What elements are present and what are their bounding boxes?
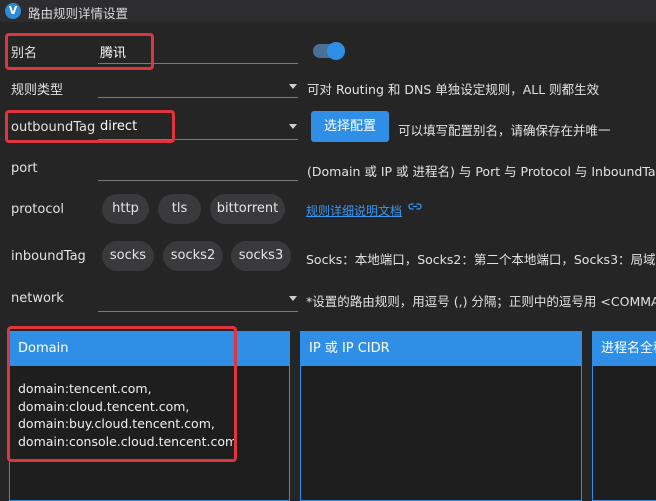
- process-panel-header: 进程名全称: [593, 332, 656, 366]
- outbound-label: outboundTag: [11, 120, 96, 135]
- domain-line: domain:console.cloud.tencent.com: [18, 433, 238, 449]
- network-underline: [98, 311, 298, 312]
- rule-type-underline: [98, 97, 298, 98]
- network-label: network: [11, 291, 64, 306]
- rule-type-label: 规则类型: [11, 83, 64, 98]
- domain-panel-header: Domain: [10, 332, 289, 366]
- ip-panel: IP 或 IP CIDR: [300, 331, 582, 501]
- select-config-button[interactable]: 选择配置: [311, 111, 389, 142]
- alias-input[interactable]: 腾讯: [100, 42, 126, 61]
- inbound-chip-socks[interactable]: socks: [102, 241, 154, 271]
- link-icon[interactable]: [408, 200, 422, 214]
- port-hint: (Domain 或 IP 或 进程名) 与 Port 与 Protocol 与 …: [307, 164, 656, 179]
- alias-underline: [98, 63, 298, 64]
- window-title: 路由规则详情设置: [28, 6, 129, 21]
- domain-line: domain:buy.cloud.tencent.com,: [18, 416, 215, 431]
- port-label: port: [11, 161, 38, 176]
- inbound-hint: Socks：本地端口，Socks2：第二个本地端口，Socks3：局域网端: [306, 252, 656, 267]
- rule-type-hint: 可对 Routing 和 DNS 单独设定规则，ALL 则都生效: [307, 82, 600, 97]
- app-logo-icon: V: [5, 3, 21, 19]
- network-chevron-down-icon[interactable]: [289, 296, 297, 301]
- outbound-chevron-down-icon[interactable]: [289, 124, 297, 129]
- outbound-select[interactable]: direct: [100, 119, 137, 134]
- rule-type-chevron-down-icon[interactable]: [289, 84, 297, 89]
- enable-toggle-knob[interactable]: [327, 42, 345, 60]
- protocol-chip-bittorrent[interactable]: bittorrent: [210, 194, 285, 224]
- protocol-chip-http[interactable]: http: [102, 194, 149, 224]
- network-hint: *设置的路由规则，用逗号 (,) 分隔；正则中的逗号用 <COMMA>: [306, 294, 656, 309]
- domain-textarea[interactable]: domain:tencent.com, domain:cloud.tencent…: [18, 380, 237, 450]
- outbound-hint: 可以填写配置别名，请确保存在并唯一: [398, 123, 611, 138]
- rule-doc-link[interactable]: 规则详细说明文档: [306, 202, 402, 219]
- inbound-chip-socks2[interactable]: socks2: [163, 241, 223, 271]
- port-underline: [98, 180, 298, 181]
- outbound-underline: [98, 139, 298, 140]
- protocol-chip-tls[interactable]: tls: [158, 194, 201, 224]
- alias-label: 别名: [11, 46, 38, 61]
- domain-line: domain:tencent.com,: [18, 381, 152, 396]
- domain-line: domain:cloud.tencent.com,: [18, 398, 190, 414]
- ip-panel-header: IP 或 IP CIDR: [301, 332, 581, 366]
- domain-panel: Domain domain:tencent.com, domain:cloud.…: [9, 331, 290, 501]
- process-panel: 进程名全称: [592, 331, 656, 501]
- inbound-chip-socks3[interactable]: socks3: [231, 241, 291, 271]
- protocol-label: protocol: [11, 202, 65, 217]
- inbound-label: inboundTag: [11, 249, 86, 264]
